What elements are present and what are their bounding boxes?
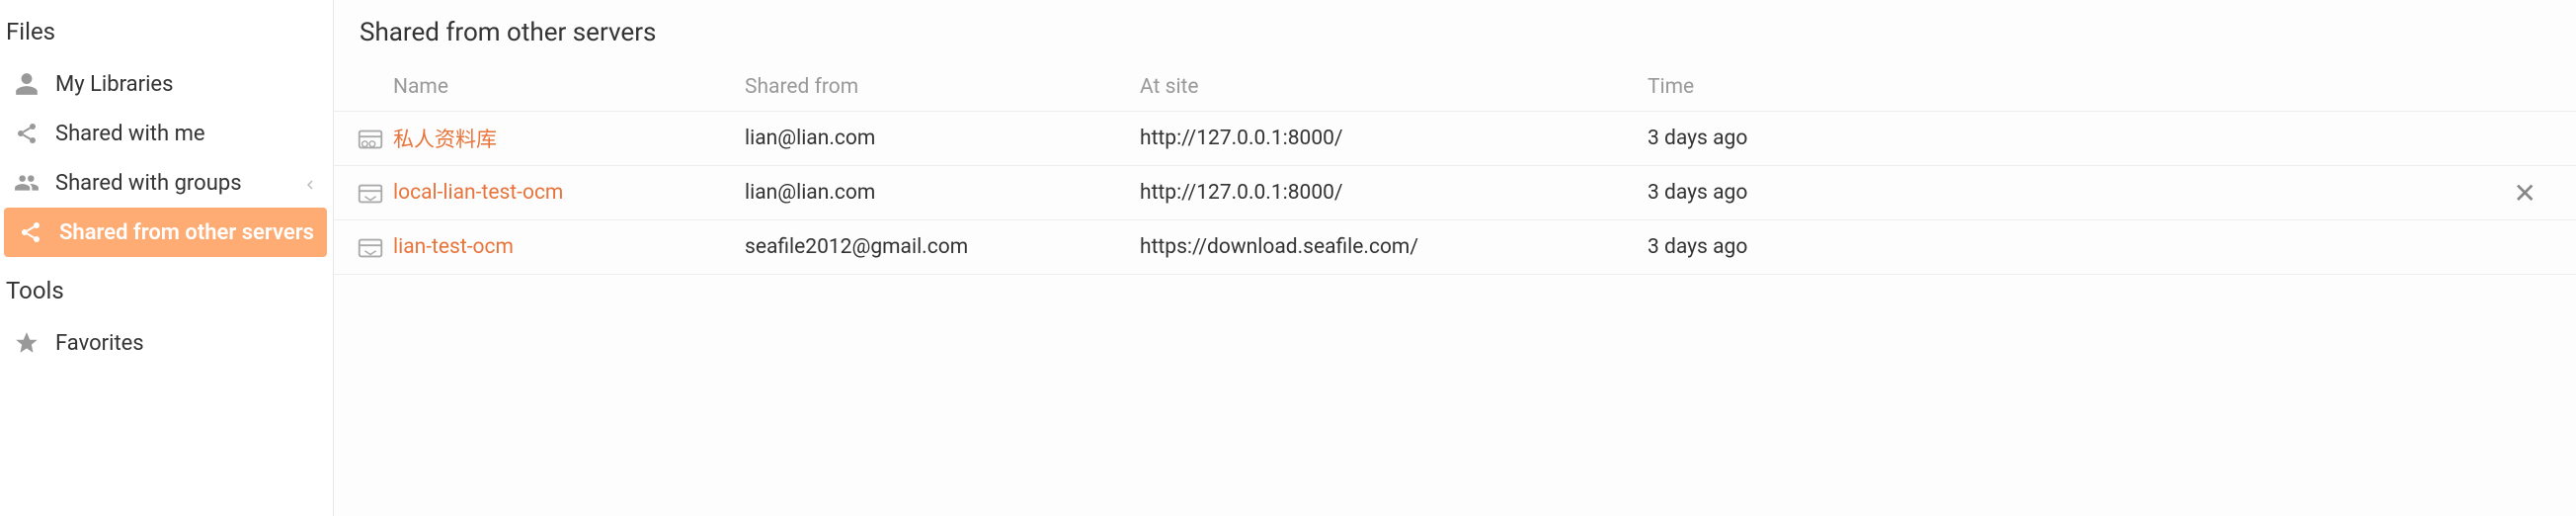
sidebar-item-my-libraries[interactable]: My Libraries [0,59,333,109]
table-header: Name Shared from At site Time [334,63,2576,111]
close-icon: ✕ [2514,177,2536,210]
library-readonly-icon [334,124,393,153]
time-cell: 3 days ago [1648,127,2043,150]
group-icon [12,168,41,198]
sidebar-item-shared-from-other-servers[interactable]: Shared from other servers [4,208,327,257]
main-content: Shared from other servers Name Shared fr… [334,0,2576,516]
sidebar-item-label: Shared with groups [55,171,242,196]
col-at-site-header: At site [1140,75,1648,99]
shared-from-cell: lian@lian.com [745,127,1140,150]
at-site-cell: http://127.0.0.1:8000/ [1140,127,1648,150]
sidebar-item-label: Shared with me [55,122,205,146]
at-site-cell: http://127.0.0.1:8000/ [1140,181,1648,205]
library-icon [334,178,393,208]
table-row[interactable]: 私人资料库 lian@lian.com http://127.0.0.1:800… [334,111,2576,165]
page-title: Shared from other servers [334,18,2576,63]
delete-button[interactable]: ✕ [2514,177,2536,210]
sidebar-item-label: Favorites [55,331,144,356]
shared-from-cell: lian@lian.com [745,181,1140,205]
col-shared-from-header: Shared from [745,75,1140,99]
caret-left-icon [305,171,315,196]
sidebar-item-favorites[interactable]: Favorites [0,318,333,368]
shared-libraries-table: Name Shared from At site Time 私人资料库 lian… [334,63,2576,275]
share-icon [16,217,45,247]
person-icon [12,69,41,99]
time-cell: 3 days ago [1648,181,2043,205]
library-name-link[interactable]: 私人资料库 [393,124,745,153]
shared-from-cell: seafile2012@gmail.com [745,235,1140,259]
star-icon [12,328,41,358]
sidebar-section-files: Files [0,18,333,59]
sidebar-item-label: My Libraries [55,72,173,97]
library-name-link[interactable]: local-lian-test-ocm [393,181,745,205]
time-cell: 3 days ago [1648,235,2043,259]
sidebar-item-label: Shared from other servers [59,220,314,245]
col-time-header: Time [1648,75,2043,99]
col-icon-header [334,75,393,99]
table-row[interactable]: lian-test-ocm seafile2012@gmail.com http… [334,219,2576,275]
table-row[interactable]: local-lian-test-ocm lian@lian.com http:/… [334,165,2576,219]
at-site-cell: https://download.seafile.com/ [1140,235,1648,259]
sidebar-item-shared-with-me[interactable]: Shared with me [0,109,333,158]
library-icon [334,232,393,262]
col-name-header: Name [393,75,745,99]
sidebar-item-shared-with-groups[interactable]: Shared with groups [0,158,333,208]
share-icon [12,119,41,148]
sidebar-section-tools: Tools [0,257,333,318]
sidebar: Files My Libraries Shared with me Shared… [0,0,334,516]
library-name-link[interactable]: lian-test-ocm [393,235,745,259]
